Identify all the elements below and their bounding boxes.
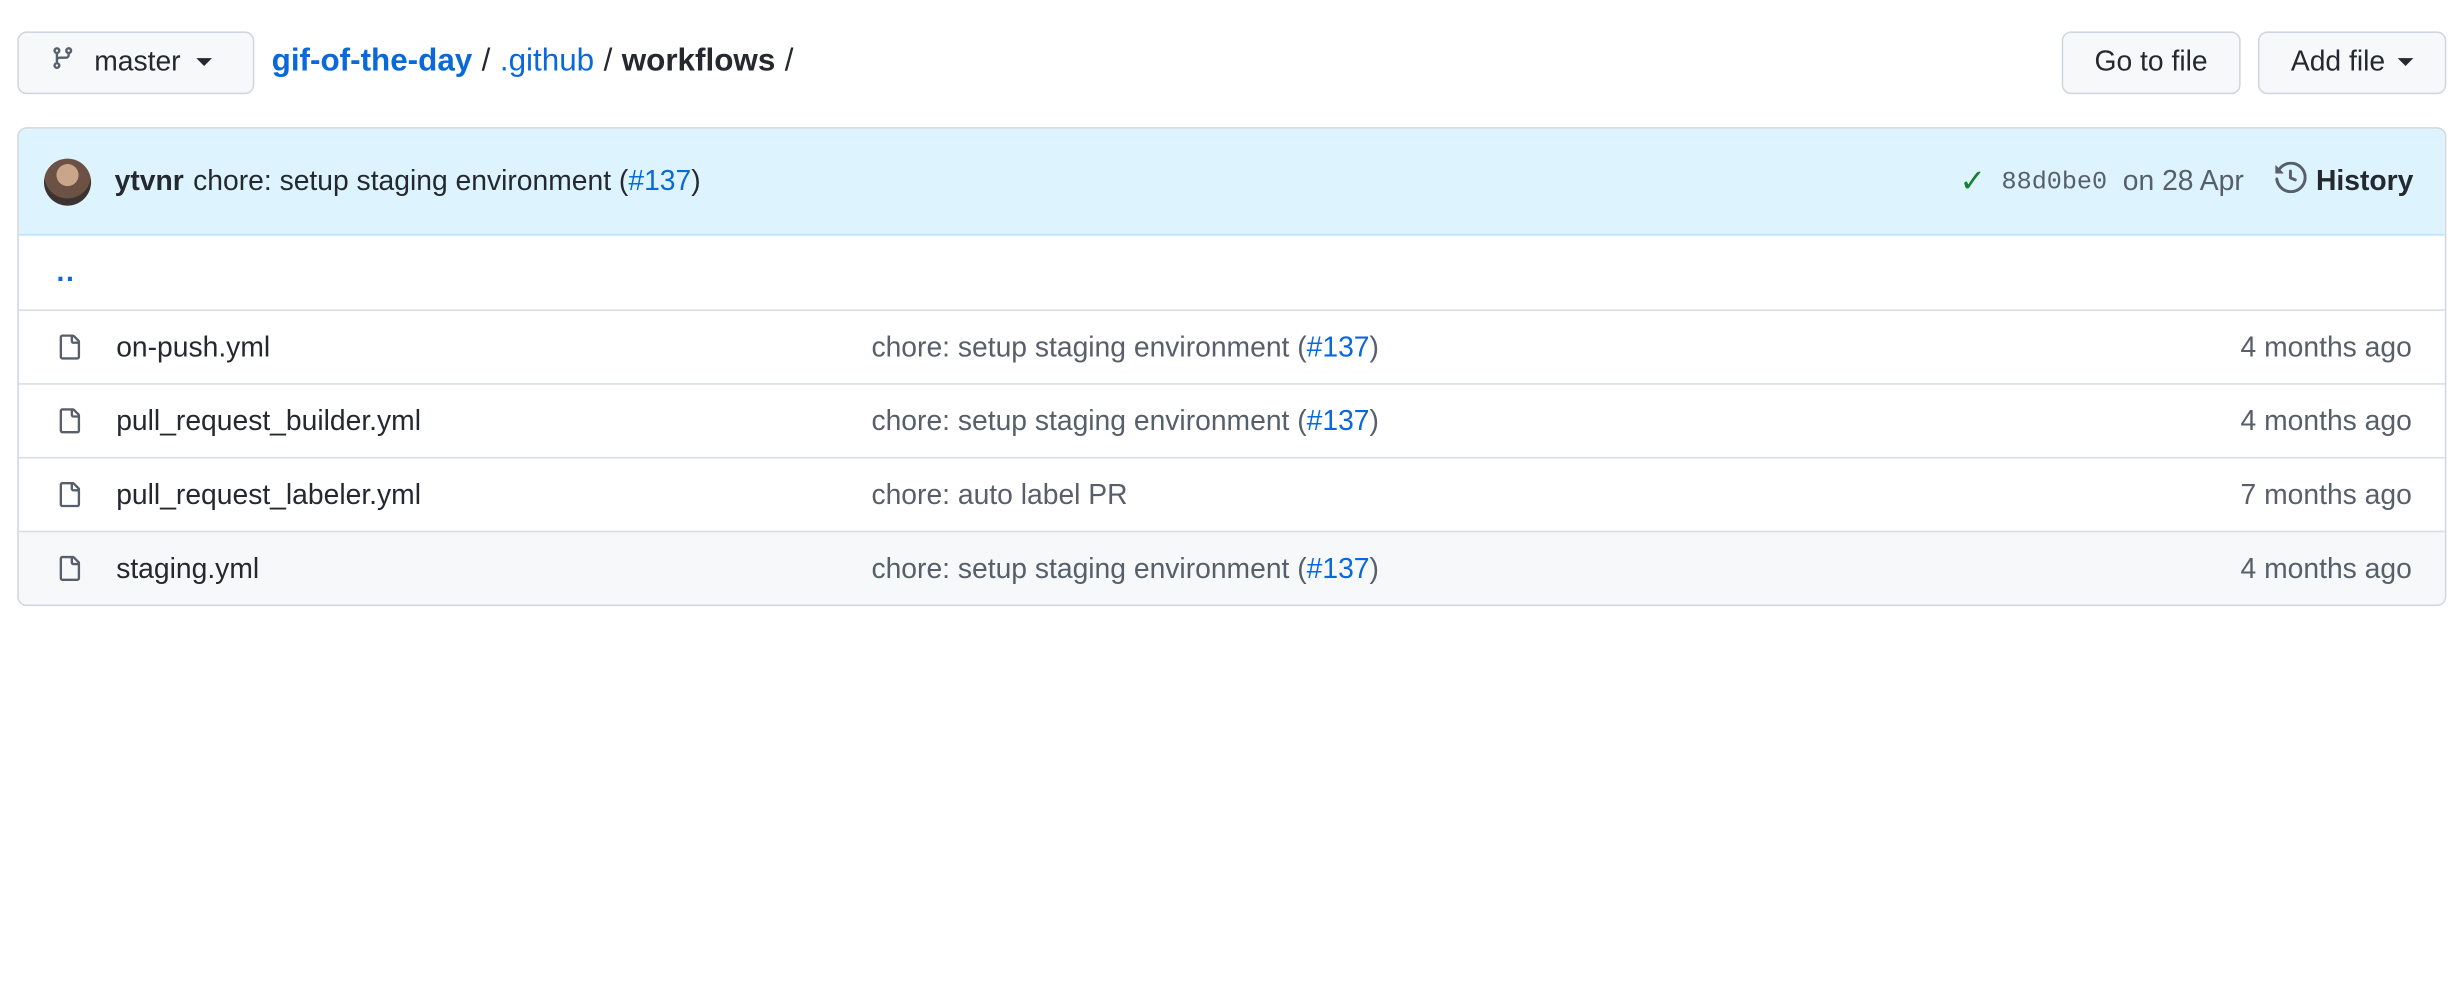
table-row: on-push.yml chore: setup staging environ… [18, 309, 2445, 383]
breadcrumb-separator: / [603, 43, 613, 79]
add-file-button[interactable]: Add file [2257, 30, 2447, 94]
check-icon[interactable]: ✓ [1960, 162, 1986, 201]
breadcrumb-repo-link[interactable]: gif-of-the-day [272, 44, 473, 80]
table-row: pull_request_builder.yml chore: setup st… [18, 383, 2445, 457]
commit-message[interactable]: chore: setup staging environment (#137) [193, 165, 700, 198]
git-branch-icon [50, 46, 75, 79]
file-name-link[interactable]: on-push.yml [116, 331, 871, 364]
branch-selector-button[interactable]: master [17, 30, 255, 94]
chevron-down-icon [2397, 58, 2414, 66]
file-browser: ytvnr chore: setup staging environment (… [17, 127, 2447, 607]
commit-meta: ✓ 88d0be0 on 28 Apr History [1960, 161, 2414, 201]
file-commit-text: chore: setup staging environment ( [871, 330, 1307, 362]
file-age: 4 months ago [2240, 551, 2412, 584]
go-to-file-button[interactable]: Go to file [2061, 30, 2241, 94]
history-icon [2275, 161, 2316, 201]
file-commit-end: ) [1369, 330, 1379, 362]
file-icon [19, 407, 116, 435]
parent-directory-link[interactable]: .. [57, 256, 76, 289]
file-name-link[interactable]: staging.yml [116, 552, 871, 585]
top-toolbar: master gif-of-the-day / .github / workfl… [17, 30, 2447, 94]
file-icon [19, 333, 116, 361]
file-age: 7 months ago [2240, 478, 2412, 510]
commit-date: on 28 Apr [2122, 164, 2244, 197]
file-commit-pr-link[interactable]: #137 [1307, 331, 1370, 362]
file-commit-message[interactable]: chore: setup staging environment (#137) [871, 552, 2240, 585]
commit-message-text: chore: setup staging environment ( [193, 164, 629, 197]
file-commit-text: chore: setup staging environment ( [871, 551, 1307, 584]
file-actions: Go to file Add file [2061, 30, 2447, 94]
file-commit-message[interactable]: chore: setup staging environment (#137) [871, 404, 2240, 437]
commit-author[interactable]: ytvnr [115, 165, 184, 198]
file-commit-text: chore: auto label PR [871, 478, 1128, 510]
file-commit-end: ) [1369, 551, 1379, 584]
avatar[interactable] [43, 157, 92, 205]
table-row: staging.yml chore: setup staging environ… [18, 530, 2445, 605]
file-icon [19, 480, 116, 508]
file-commit-pr-link[interactable]: #137 [1307, 404, 1370, 435]
file-name-link[interactable]: pull_request_labeler.yml [116, 478, 871, 511]
branch-name: master [94, 45, 181, 77]
breadcrumb-separator: / [784, 43, 794, 79]
breadcrumb-current: workflows [621, 43, 776, 79]
file-age: 4 months ago [2240, 404, 2412, 436]
breadcrumb-folder-link[interactable]: .github [500, 44, 594, 80]
file-commit-message[interactable]: chore: auto label PR [871, 478, 2240, 511]
history-button[interactable]: History [2275, 161, 2414, 201]
go-to-file-label: Go to file [2094, 45, 2208, 77]
file-icon [19, 554, 116, 582]
commit-message-end: ) [691, 164, 701, 197]
parent-directory-row: .. [19, 236, 2445, 310]
table-row: pull_request_labeler.yml chore: auto lab… [18, 456, 2445, 531]
add-file-label: Add file [2290, 45, 2386, 77]
file-commit-end: ) [1369, 404, 1379, 436]
file-commit-text: chore: setup staging environment ( [871, 404, 1307, 436]
history-label: History [2316, 164, 2414, 197]
file-name-link[interactable]: pull_request_builder.yml [116, 404, 871, 437]
file-commit-message[interactable]: chore: setup staging environment (#137) [871, 331, 2240, 364]
breadcrumb: gif-of-the-day / .github / workflows / [272, 44, 803, 80]
chevron-down-icon [196, 58, 213, 66]
latest-commit-bar: ytvnr chore: setup staging environment (… [18, 128, 2445, 236]
commit-pr-link[interactable]: #137 [628, 165, 691, 196]
breadcrumb-separator: / [481, 43, 491, 79]
file-age: 4 months ago [2240, 330, 2412, 362]
commit-sha[interactable]: 88d0be0 [2002, 167, 2108, 195]
file-commit-pr-link[interactable]: #137 [1307, 552, 1370, 583]
